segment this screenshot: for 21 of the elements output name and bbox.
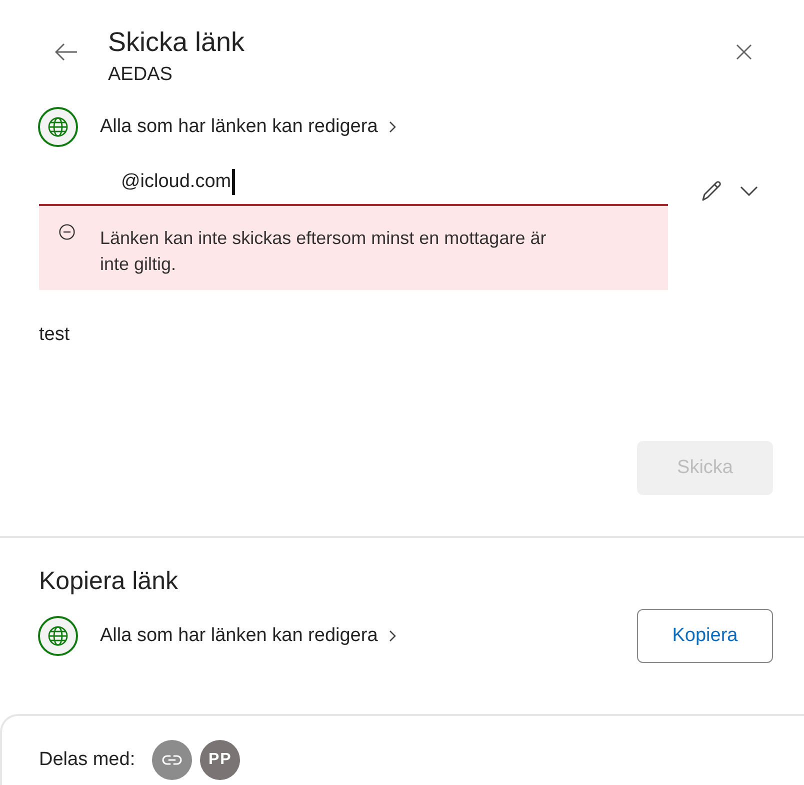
copy-button[interactable]: Kopiera — [637, 609, 773, 663]
chevron-right-icon — [388, 630, 396, 642]
permission-link[interactable]: Alla som har länken kan redigera — [100, 625, 396, 647]
chevron-down-icon[interactable] — [740, 186, 758, 196]
chevron-right-icon — [388, 121, 396, 133]
text-cursor — [232, 169, 236, 195]
dialog-title: Skicka länk — [108, 26, 245, 58]
message-field[interactable]: test — [39, 323, 668, 347]
initials-avatar: PP — [200, 740, 240, 780]
globe-icon — [38, 107, 78, 147]
link-icon — [152, 740, 192, 780]
minus-circle-icon — [59, 224, 75, 240]
globe-icon — [38, 616, 78, 656]
section-title: Kopiera länk — [39, 566, 178, 596]
pencil-icon[interactable] — [700, 179, 724, 203]
close-icon[interactable] — [736, 44, 752, 60]
shared-with-label: Delas med: — [39, 748, 136, 772]
permission-link[interactable]: Alla som har länken kan redigera — [100, 116, 396, 138]
back-arrow-icon[interactable] — [55, 43, 78, 61]
error-message: Länken kan inte skickas eftersom minst en mottagare är inte giltig. — [100, 227, 548, 276]
dialog-subtitle: AEDAS — [108, 64, 174, 86]
